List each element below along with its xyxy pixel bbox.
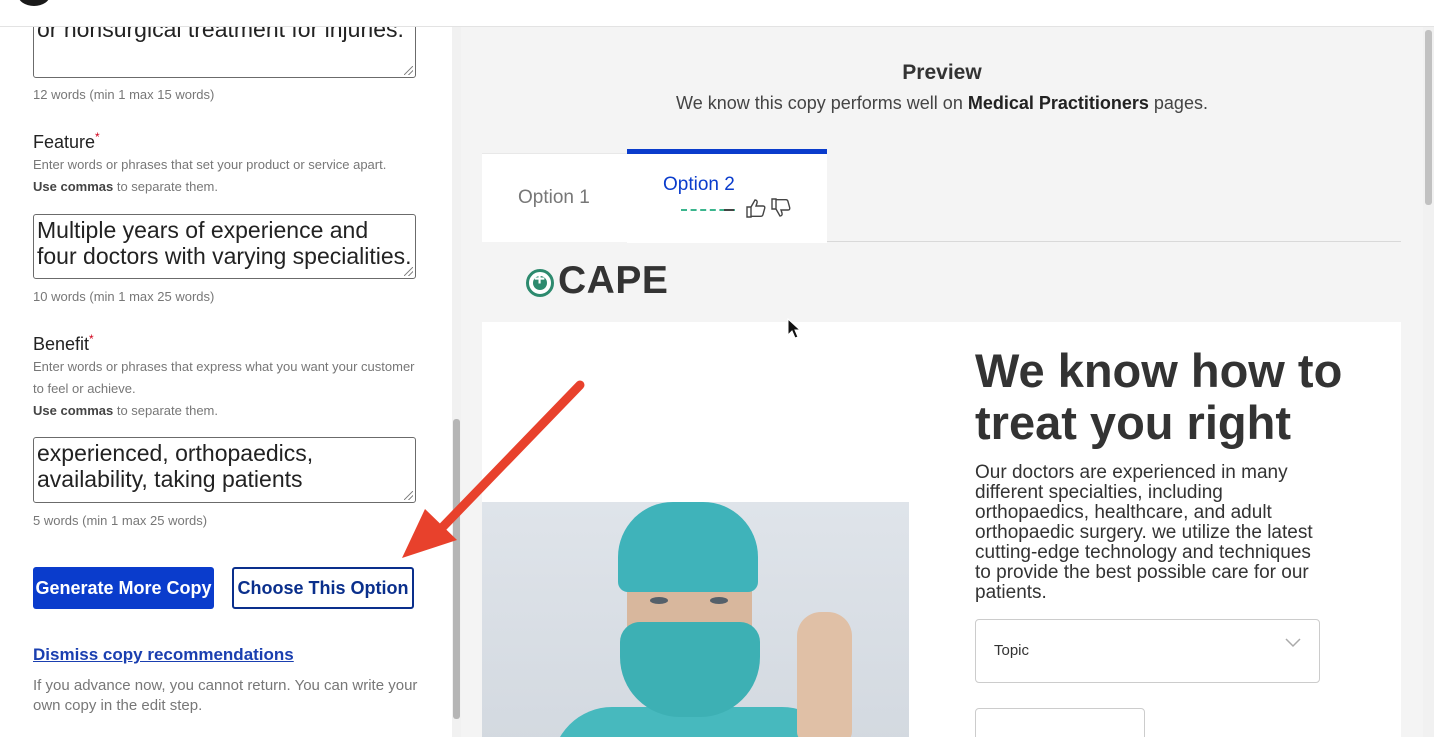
right-scrollbar-thumb[interactable] [1425, 30, 1432, 205]
copy-inputs-panel: Patients who are in need of surgical or … [0, 0, 452, 737]
chevron-down-icon [1285, 638, 1301, 648]
resize-grip-icon[interactable] [404, 491, 413, 500]
feature-word-count: 10 words (min 1 max 25 words) [33, 289, 215, 304]
resize-grip-icon[interactable] [404, 267, 413, 276]
benefit-word-count: 5 words (min 1 max 25 words) [33, 513, 208, 528]
mouse-cursor-icon [787, 318, 801, 339]
right-scrollbar[interactable] [1423, 27, 1434, 737]
advance-warning-note: If you advance now, you cannot return. Y… [33, 677, 418, 714]
site-header: + CAPE [482, 243, 1401, 322]
feature-hint: Enter words or phrases that set your pro… [33, 157, 387, 194]
option-tabs: Option 1 Option 2 [482, 149, 1401, 243]
surgeon-photo [482, 502, 909, 737]
medical-cross-logo-icon: + [526, 269, 554, 297]
tab-option-2-label: Option 2 [663, 174, 735, 195]
site-logo-text: CAPE [558, 259, 669, 302]
tab-option-2[interactable]: Option 2 [627, 149, 827, 243]
preview-title: Preview [902, 61, 982, 84]
dismiss-recommendations-link[interactable]: Dismiss copy recommendations [33, 645, 294, 665]
feature-title: Feature* [33, 130, 100, 152]
benefit-title: Benefit* [33, 332, 94, 354]
preview-panel: Preview We know this copy performs well … [461, 27, 1423, 737]
app-top-bar [0, 0, 1434, 27]
hero-headline: We know how to treat you right [975, 344, 1343, 449]
benefit-text: experienced, orthopaedics, availability,… [37, 440, 314, 492]
left-scrollbar[interactable] [452, 27, 461, 737]
form-field-box[interactable] [975, 708, 1145, 737]
rating-indicator-end [724, 209, 734, 211]
left-scrollbar-thumb[interactable] [453, 419, 460, 719]
benefit-textarea[interactable]: experienced, orthopaedics, availability,… [33, 437, 416, 503]
app-logo-icon [18, 0, 50, 6]
feature-text: Multiple years of experience and four do… [37, 217, 412, 269]
topic-select[interactable]: Topic [975, 619, 1320, 683]
preview-subtitle: We know this copy performs well on Medic… [676, 93, 1208, 113]
audience-word-count: 12 words (min 1 max 15 words) [33, 87, 215, 102]
tab-option-1-label: Option 1 [518, 187, 590, 208]
thumbs-up-icon[interactable] [745, 198, 767, 218]
generate-more-copy-button[interactable]: Generate More Copy [33, 567, 214, 609]
choose-this-option-button[interactable]: Choose This Option [232, 567, 414, 609]
tab-option-1[interactable]: Option 1 [482, 153, 627, 242]
resize-grip-icon[interactable] [404, 66, 413, 75]
benefit-hint: Enter words or phrases that express what… [33, 359, 415, 418]
thumbs-down-icon[interactable] [770, 198, 792, 218]
feature-textarea[interactable]: Multiple years of experience and four do… [33, 214, 416, 279]
site-hero: We know how to treat you right Our docto… [482, 322, 1401, 737]
hero-body-text: Our doctors are experienced in many diff… [975, 462, 1313, 603]
topic-select-label: Topic [994, 642, 1030, 659]
